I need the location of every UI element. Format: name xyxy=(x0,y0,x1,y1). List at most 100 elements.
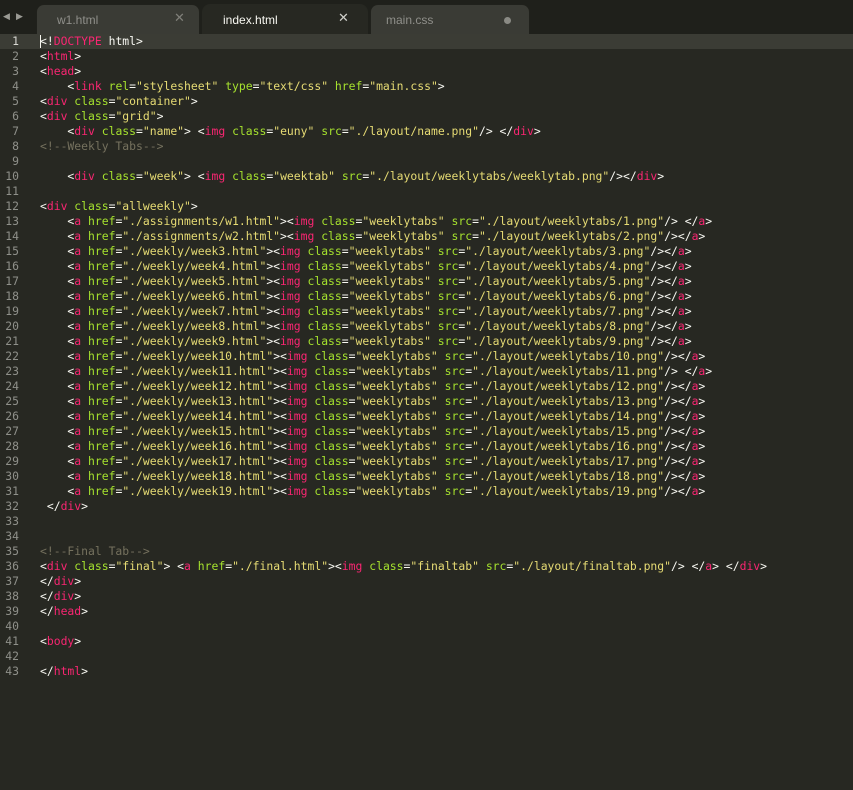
code-token: "./weekly/week9.html" xyxy=(122,334,267,348)
back-arrow-icon[interactable]: ◀ xyxy=(3,11,10,23)
code-line[interactable]: 23 <a href="./weekly/week11.html"><img c… xyxy=(0,364,853,379)
code-line[interactable]: 10 <div class="week"> <img class="weekta… xyxy=(0,169,853,184)
code-line[interactable]: 19 < a href = "./weekly/week7.html"><img cl… xyxy=(0,304,853,319)
code-token: "weeklytabs" xyxy=(348,304,431,318)
code-token: = xyxy=(348,379,356,393)
code-line[interactable]: 18 < a href = "./weekly/week6.html"><img cl… xyxy=(0,289,853,304)
code-token: img xyxy=(280,244,301,258)
code-line[interactable]: 38 </div> xyxy=(0,589,853,604)
code-token: = xyxy=(348,484,356,498)
code-line[interactable]: 17 < a href = "./weekly/week5.html"><img cl… xyxy=(0,274,853,289)
code-token: src xyxy=(437,274,459,288)
code-token: "./weekly/week4.html" xyxy=(122,259,267,273)
close-icon[interactable]: ✕ xyxy=(338,11,349,27)
line-number: 17 xyxy=(5,274,19,288)
code-token: img xyxy=(204,169,226,183)
code-token: > xyxy=(657,169,665,183)
code-line[interactable]: 29 <a href="./weekly/week17.html"><img c… xyxy=(0,454,853,469)
code-line[interactable]: 26 <a href="./weekly/week14.html"><img c… xyxy=(0,409,853,424)
line-number: 21 xyxy=(5,334,19,348)
line-code: <div class="final"> <a href="./final.htm… xyxy=(40,559,767,574)
code-line[interactable]: 22 <a href="./weekly/week10.html"><img c… xyxy=(0,349,853,364)
line-code: </div> xyxy=(40,589,81,604)
code-token: > xyxy=(81,499,89,513)
code-token: "finaltab" xyxy=(410,559,479,573)
code-line[interactable]: 35 <!--Final Tab--> xyxy=(0,544,853,559)
code-line[interactable]: 31 <a href="./weekly/week19.html"><img c… xyxy=(0,484,853,499)
code-line[interactable]: 1 <!DOCTYPE html> xyxy=(0,34,853,49)
tab-index-html[interactable]: index.html ✕ xyxy=(202,4,368,35)
code-line[interactable]: 14 <a href="./assignments/w2.html"><img … xyxy=(0,229,853,244)
code-line[interactable]: 12 <div class="allweekly"> xyxy=(0,199,853,214)
code-line[interactable]: 2 <html> xyxy=(0,49,853,64)
code-line[interactable]: 41 <body> xyxy=(0,634,853,649)
code-line[interactable]: 15 < a href = "./weekly/week3.html"><img cl… xyxy=(0,244,853,259)
code-line[interactable]: 33 xyxy=(0,514,853,529)
code-token: href xyxy=(88,304,116,318)
tab-main-css[interactable]: main.css xyxy=(370,4,530,34)
forward-arrow-icon[interactable]: ▶ xyxy=(16,11,23,23)
code-token: html> xyxy=(101,34,143,48)
code-token: </ xyxy=(40,574,54,588)
tab-w1-html[interactable]: w1.html ✕ xyxy=(36,4,200,34)
code-line[interactable]: 4 <link rel="stylesheet" type="text/css"… xyxy=(0,79,853,94)
code-token: > xyxy=(684,319,692,333)
code-line[interactable]: 27 <a href="./weekly/week15.html"><img c… xyxy=(0,424,853,439)
code-line[interactable]: 13 <a href="./assignments/w1.html"><img … xyxy=(0,214,853,229)
code-token: /></ xyxy=(664,349,692,363)
line-number: 24 xyxy=(5,379,19,393)
code-editor[interactable]: 1 <!DOCTYPE html> 2 <html> 3 <head> 4 <link re… xyxy=(0,34,853,790)
code-line[interactable]: 9 xyxy=(0,154,853,169)
code-token: = xyxy=(136,124,143,138)
code-line[interactable]: 34 xyxy=(0,529,853,544)
line-number: 8 xyxy=(12,139,19,153)
code-token: src xyxy=(437,259,459,273)
code-token: > xyxy=(698,439,706,453)
code-token: "weeklytabs" xyxy=(355,349,438,363)
code-token: < xyxy=(40,259,75,273)
code-line[interactable]: 37 </div> xyxy=(0,574,853,589)
line-code: </head> xyxy=(40,604,88,619)
close-icon[interactable]: ✕ xyxy=(174,11,185,27)
code-line[interactable]: 6 <div class="grid"> xyxy=(0,109,853,124)
code-token: "./layout/weeklytabs/weeklytab.png" xyxy=(369,169,610,183)
code-line[interactable]: 24 <a href="./weekly/week12.html"><img c… xyxy=(0,379,853,394)
line-number: 40 xyxy=(5,619,19,633)
code-line[interactable]: 3 <head> xyxy=(0,64,853,79)
line-code: <a href="./weekly/week15.html"><img clas… xyxy=(40,424,705,439)
code-line[interactable]: 8 <!--Weekly Tabs--> xyxy=(0,139,853,154)
line-number: 5 xyxy=(12,94,19,108)
code-line[interactable]: 43 </html> xyxy=(0,664,853,679)
code-token: /></ xyxy=(664,454,692,468)
code-token: > xyxy=(81,664,89,678)
code-line[interactable]: 32 </div> xyxy=(0,499,853,514)
code-line[interactable]: 20 < a href = "./weekly/week8.html"><img cl… xyxy=(0,319,853,334)
code-line[interactable]: 11 xyxy=(0,184,853,199)
line-code: < a href = "./weekly/week4.html"><img class… xyxy=(40,259,691,274)
code-token: < xyxy=(40,94,47,108)
code-line[interactable]: 21 < a href = "./weekly/week9.html"><img cl… xyxy=(0,334,853,349)
code-token: > xyxy=(698,229,706,243)
code-token: src xyxy=(437,304,459,318)
code-line[interactable]: 5 <div class="container"> xyxy=(0,94,853,109)
code-line[interactable]: 28 <a href="./weekly/week16.html"><img c… xyxy=(0,439,853,454)
code-token: < xyxy=(40,424,75,438)
line-number: 31 xyxy=(5,484,19,498)
code-line[interactable]: 42 xyxy=(0,649,853,664)
code-line[interactable]: 36 <div class="final"> <a href="./final.h… xyxy=(0,559,853,574)
code-line[interactable]: 25 <a href="./weekly/week13.html"><img c… xyxy=(0,394,853,409)
code-token: src xyxy=(485,559,507,573)
code-line[interactable]: 39 </head> xyxy=(0,604,853,619)
code-line[interactable]: 40 xyxy=(0,619,853,634)
code-line[interactable]: 30 <a href="./weekly/week18.html"><img c… xyxy=(0,469,853,484)
code-token: > xyxy=(684,304,692,318)
code-token: "allweekly" xyxy=(115,199,191,213)
code-line[interactable]: 7 <div class="name"> <img class="euny" s… xyxy=(0,124,853,139)
code-line[interactable]: 16 < a href = "./weekly/week4.html"><img cl… xyxy=(0,259,853,274)
code-token: = xyxy=(348,424,356,438)
unsaved-dot-icon[interactable] xyxy=(504,17,511,24)
line-number: 4 xyxy=(12,79,19,93)
